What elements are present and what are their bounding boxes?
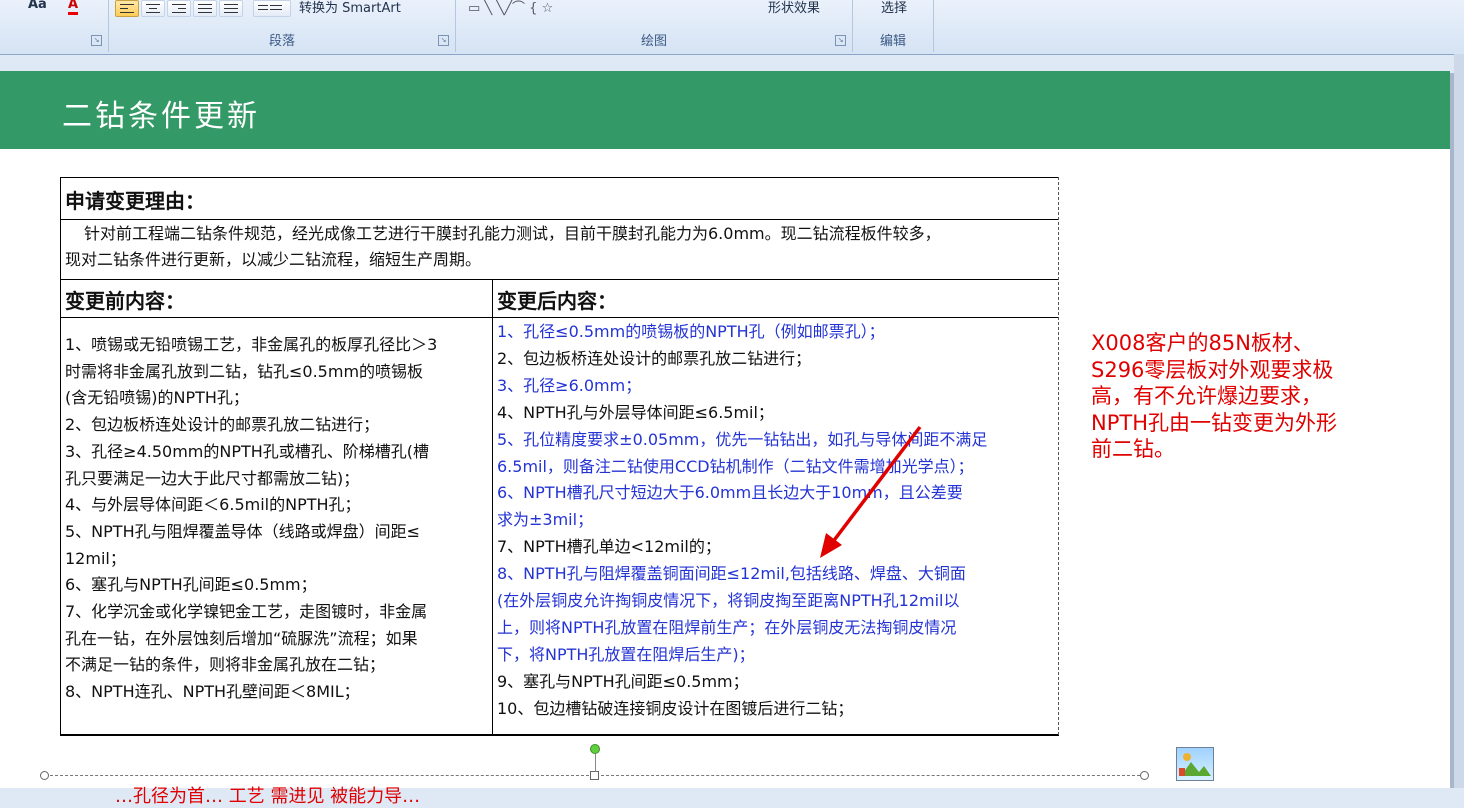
picture-icon[interactable]: [1176, 747, 1214, 781]
columns-button[interactable]: [253, 0, 291, 17]
before-item: 4、与外层导体间距＜6.5mil的NPTH孔；: [65, 495, 361, 515]
drawing-group-label: 绘图: [640, 34, 667, 49]
before-item: 不满足一钻的条件，则将非金属孔放在二钻；: [65, 655, 386, 675]
change-case-button[interactable]: Aa: [28, 0, 47, 12]
editing-group: 选择 编辑: [853, 0, 934, 52]
side-note-line: NPTH孔由一钻变更为外形: [1091, 410, 1337, 435]
reason-header: 申请变更理由：: [65, 189, 205, 213]
before-item: 12mil；: [65, 548, 126, 568]
editing-group-label: 编辑: [879, 34, 906, 49]
resize-handle[interactable]: [40, 771, 49, 780]
rotate-handle-icon[interactable]: [590, 744, 600, 754]
side-note[interactable]: X008客户的85N板材、 S296零层板对外观要求极 高，有不允许爆边要求， …: [1091, 330, 1337, 463]
after-item: (在外层铜皮允许掏铜皮情况下，将铜皮掏至距离NPTH孔12mil以: [497, 591, 960, 610]
reason-line-2: 现对二钻条件进行更新，以减少二钻流程，缩短生产周期。: [65, 250, 482, 269]
distribute-button[interactable]: [219, 0, 243, 17]
title-banner: 二钻条件更新: [0, 71, 1450, 149]
drawing-group: ▭ ╲ ╲╱⌒ { ☆ 形状效果 绘图 ↘: [456, 0, 853, 52]
before-item: 6、塞孔与NPTH孔间距≤0.5mm；: [65, 575, 317, 595]
align-right-button[interactable]: [167, 0, 191, 17]
bottom-textbox-text: …孔径为首… 工艺 需进见 被能力导…: [115, 786, 421, 807]
slide: 二钻条件更新 申请变更理由： 针对前工程端二钻条件规范，经光成像工艺进行干膜封孔…: [0, 71, 1450, 807]
align-left-button[interactable]: [115, 0, 139, 17]
convert-smartart-button[interactable]: 转换为 SmartArt: [299, 0, 401, 16]
reason-line-1: 针对前工程端二钻条件规范，经光成像工艺进行干膜封孔能力测试，目前干膜封孔能力为6…: [84, 224, 941, 243]
arrow-annotation[interactable]: [810, 421, 930, 561]
slide-title[interactable]: 二钻条件更新: [62, 91, 260, 135]
paragraph-group-label: 段落: [268, 34, 295, 49]
before-item: 时需将非金属孔放到二钻，钻孔≤0.5mm的喷锡板: [65, 361, 424, 381]
shapes-gallery[interactable]: ▭ ╲ ╲╱⌒ { ☆: [468, 0, 553, 16]
before-item: 1、喷锡或无铅喷锡工艺，非金属孔的板厚孔径比＞3: [65, 335, 438, 354]
after-item: 2、包边板桥连处设计的邮票孔放二钻进行；: [497, 348, 812, 368]
after-item: 下，将NPTH孔放置在阻焊后生产)；: [497, 644, 755, 664]
ribbon: Aa A ↘ 转换为 SmartArt 段落 ↘ ▭ ╲ ╲╱⌒ { ☆ 形状效…: [0, 0, 1464, 55]
shape-effects-button[interactable]: 形状效果: [768, 0, 820, 16]
resize-handle[interactable]: [590, 771, 599, 780]
resize-handle[interactable]: [1140, 771, 1149, 780]
before-item: 3、孔径≥4.50mm的NPTH孔或槽孔、阶梯槽孔(槽: [65, 441, 430, 461]
before-item: 8、NPTH连孔、NPTH孔壁间距＜8MIL；: [65, 682, 360, 702]
side-note-line: X008客户的85N板材、: [1091, 331, 1314, 355]
after-item: 上，则将NPTH孔放置在阻焊前生产；在外层铜皮无法掏铜皮情况: [497, 617, 957, 637]
scrollbar-track[interactable]: [1454, 54, 1464, 788]
before-item: 孔只要满足一边大于此尺寸都需放二钻)；: [65, 468, 360, 488]
side-note-line: 前二钻。: [1091, 437, 1175, 462]
font-group: Aa A ↘: [0, 0, 109, 52]
align-center-button[interactable]: [141, 0, 165, 17]
rotate-handle-stem: [595, 754, 596, 772]
after-item: 9、塞孔与NPTH孔间距≤0.5mm；: [497, 671, 749, 691]
after-item: 10、包边槽钻破连接铜皮设计在图镀后进行二钻；: [497, 698, 854, 718]
dialog-launcher-icon[interactable]: ↘: [835, 35, 846, 46]
after-item: 7、NPTH槽孔单边<12mil的；: [497, 537, 721, 557]
after-item: 3、孔径≥6.0mm；: [497, 375, 642, 395]
after-item: 4、NPTH孔与外层导体间距≤6.5mil；: [497, 402, 774, 422]
page-shadow: [1450, 73, 1454, 788]
select-button[interactable]: 选择: [881, 0, 907, 16]
after-item: 求为±3mil；: [497, 510, 594, 530]
after-item: 8、NPTH孔与阻焊覆盖铜面间距≤12mil,包括线路、焊盘、大铜面: [497, 564, 966, 584]
after-item: 1、孔径≤0.5mm的喷锡板的NPTH孔（例如邮票孔）；: [497, 322, 885, 341]
after-header: 变更后内容：: [497, 289, 617, 313]
before-item: 孔在一钻，在外层蚀刻后增加“硫脲洗”流程；如果: [65, 628, 418, 648]
before-item: 7、化学沉金或化学镍钯金工艺，走图镀时，非金属: [65, 602, 428, 621]
font-color-button[interactable]: A: [68, 0, 79, 15]
paragraph-group: 转换为 SmartArt 段落 ↘: [109, 0, 456, 52]
justify-button[interactable]: [193, 0, 217, 17]
before-item: (含无铅喷锡)的NPTH孔；: [65, 388, 249, 408]
dialog-launcher-icon[interactable]: ↘: [91, 35, 102, 46]
before-item: 5、NPTH孔与阻焊覆盖导体（线路或焊盘）间距≤: [65, 521, 421, 541]
before-header: 变更前内容：: [65, 289, 185, 313]
dialog-launcher-icon[interactable]: ↘: [438, 35, 449, 46]
before-item: 2、包边板桥连处设计的邮票孔放二钻进行；: [65, 415, 380, 435]
side-note-line: S296零层板对外观要求极: [1091, 357, 1334, 382]
side-note-line: 高，有不允许爆边要求，: [1091, 384, 1322, 409]
